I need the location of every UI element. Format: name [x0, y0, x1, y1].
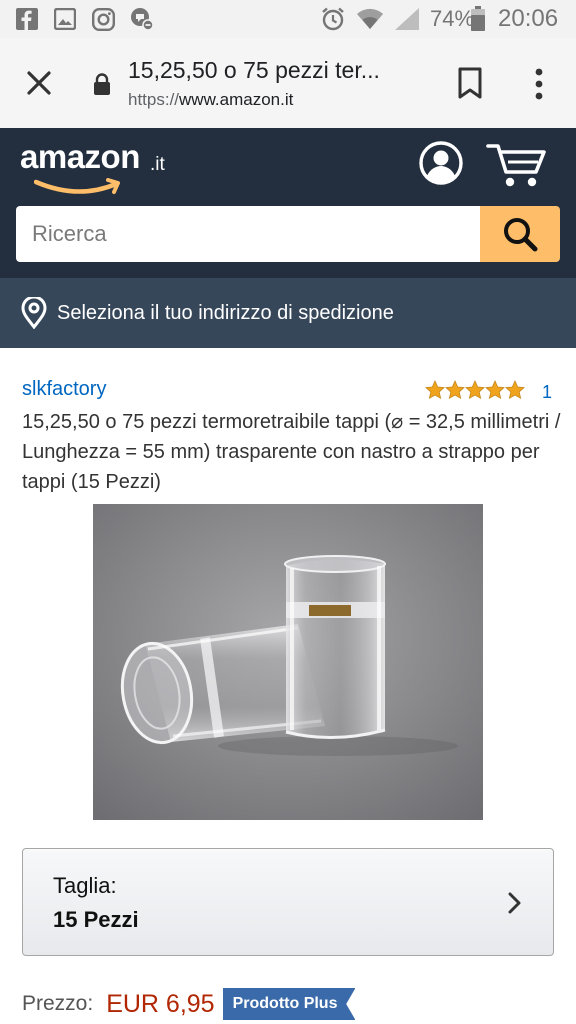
bookmark-icon [458, 67, 482, 99]
product-title: 15,25,50 o 75 pezzi termoretraibile tapp… [22, 411, 561, 493]
star-icon [445, 380, 465, 399]
page-url: https://www.amazon.it [128, 90, 293, 110]
star-icon [505, 380, 525, 399]
more-vertical-icon [535, 68, 543, 100]
alarm-icon [320, 7, 346, 31]
signal-icon [394, 7, 420, 31]
price-label: Prezzo: [22, 992, 94, 1015]
url-host: www.amazon.it [179, 90, 294, 109]
account-button[interactable] [418, 140, 464, 186]
smile-arrow-icon [34, 178, 120, 194]
star-icon [465, 380, 485, 399]
facebook-icon [16, 7, 38, 31]
plus-product-badge: Prodotto Plus [222, 988, 356, 1020]
cart-icon [486, 144, 546, 187]
search-button[interactable] [480, 206, 560, 262]
price-row: Prezzo: EUR 6,95 Prodotto Plus [22, 984, 356, 1024]
battery-percent: 74% [430, 6, 475, 31]
browser-toolbar: 15,25,50 o 75 pezzi ter... https://www.a… [0, 38, 576, 128]
blocked-notification-icon [130, 7, 154, 31]
bookmark-button[interactable] [455, 66, 485, 100]
brand-link[interactable]: slkfactory [22, 378, 106, 401]
wifi-icon [356, 7, 384, 31]
search-bar [16, 206, 560, 262]
chevron-right-icon [508, 892, 521, 914]
logo-tld: .it [150, 154, 165, 175]
search-icon [504, 218, 538, 252]
search-input[interactable] [16, 206, 480, 262]
gallery-icon [54, 7, 76, 31]
delivery-address-label: Seleziona il tuo indirizzo di spedizione [57, 301, 394, 324]
review-count-link[interactable]: 1 [542, 382, 552, 403]
account-icon [419, 141, 463, 185]
size-value: 15 Pezzi [53, 907, 139, 932]
overflow-menu-button[interactable] [528, 66, 550, 102]
battery-icon [470, 6, 486, 31]
star-icon [425, 380, 445, 399]
page-title: 15,25,50 o 75 pezzi ter... [128, 57, 380, 83]
rating-stars[interactable] [425, 380, 525, 400]
close-icon [27, 71, 51, 95]
instagram-icon [92, 7, 115, 31]
size-selector[interactable]: Taglia: 15 Pezzi [22, 848, 554, 956]
lock-icon [92, 73, 112, 95]
product-image[interactable] [93, 504, 483, 820]
status-bar: 74% 20:06 [0, 0, 576, 38]
size-label: Taglia: [53, 873, 117, 898]
location-pin-icon [21, 297, 47, 329]
price-value: EUR 6,95 [106, 989, 215, 1018]
site-header: amazon .it [0, 128, 576, 278]
close-tab-button[interactable] [20, 64, 58, 102]
star-icon [485, 380, 505, 399]
cart-button[interactable] [486, 140, 548, 190]
logo-wordmark: amazon [20, 138, 140, 175]
delivery-address-bar[interactable]: Seleziona il tuo indirizzo di spedizione [0, 278, 576, 348]
clock: 20:06 [498, 5, 559, 32]
url-scheme: https:// [128, 90, 180, 109]
